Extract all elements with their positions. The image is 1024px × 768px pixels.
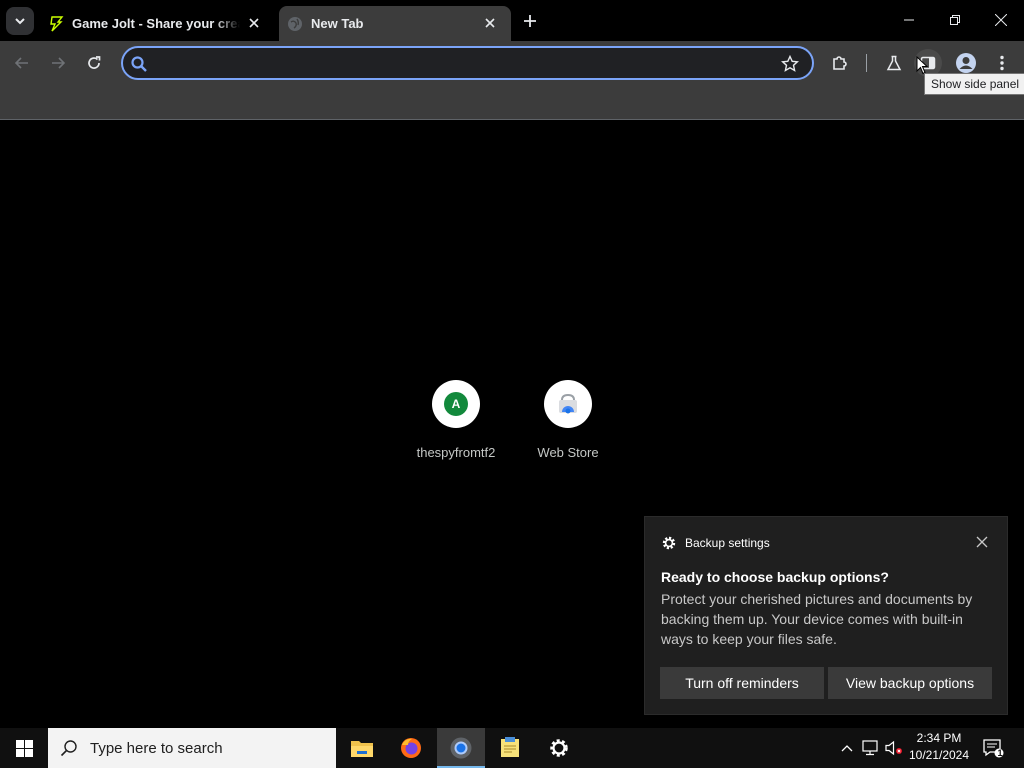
more-vert-icon bbox=[1000, 55, 1004, 71]
plus-icon bbox=[524, 15, 536, 27]
search-icon bbox=[60, 740, 77, 757]
notification-body: Protect your cherished pictures and docu… bbox=[661, 591, 973, 647]
game-jolt-icon bbox=[50, 15, 64, 31]
shortcut-tile[interactable]: A thespyfromtf2 bbox=[400, 380, 512, 460]
side-panel-tooltip: Show side panel bbox=[924, 73, 1024, 95]
notepad-icon bbox=[501, 737, 519, 757]
close-icon bbox=[995, 14, 1007, 26]
chevron-up-icon bbox=[841, 745, 853, 752]
minimize-icon bbox=[904, 19, 914, 21]
reload-button[interactable] bbox=[80, 49, 108, 77]
new-tab-button[interactable] bbox=[519, 10, 541, 32]
shortcut-label: Web Store bbox=[537, 445, 599, 460]
search-icon bbox=[131, 56, 147, 72]
taskbar: Type here to search 2:34 PM 10/21/2024 1 bbox=[0, 728, 1024, 768]
notification-title: Ready to choose backup options? bbox=[661, 569, 889, 585]
firefox-icon bbox=[401, 738, 421, 758]
close-icon bbox=[249, 18, 259, 28]
avatar-icon bbox=[956, 53, 976, 73]
globe-icon bbox=[288, 16, 302, 31]
chrome-icon bbox=[450, 737, 472, 759]
close-icon bbox=[485, 18, 495, 28]
shortcut-label: thespyfromtf2 bbox=[416, 445, 496, 460]
volume-muted-icon bbox=[885, 740, 902, 756]
turn-off-reminders-button[interactable]: Turn off reminders bbox=[660, 667, 824, 699]
shortcut-tile[interactable]: Web Store bbox=[512, 380, 624, 460]
restore-icon bbox=[950, 15, 960, 25]
gear-icon bbox=[662, 536, 676, 550]
notification-header: Backup settings bbox=[661, 535, 770, 551]
back-button[interactable] bbox=[8, 49, 36, 77]
clock-date: 10/21/2024 bbox=[908, 748, 970, 762]
notification-app-name: Backup settings bbox=[685, 536, 770, 550]
chevron-down-icon bbox=[15, 18, 25, 25]
network-button[interactable] bbox=[860, 728, 880, 768]
network-icon bbox=[862, 740, 878, 756]
clock-button[interactable]: 2:34 PM 10/21/2024 bbox=[904, 730, 974, 764]
folder-icon bbox=[351, 741, 373, 757]
tab-strip: Game Jolt - Share your creations New Tab bbox=[0, 0, 1024, 41]
shortcut-icon-circle bbox=[544, 380, 592, 428]
address-bar[interactable] bbox=[121, 46, 814, 80]
flask-icon bbox=[886, 55, 902, 71]
taskbar-search-box[interactable]: Type here to search bbox=[48, 728, 336, 768]
volume-button[interactable] bbox=[884, 728, 904, 768]
bookmarks-bar bbox=[0, 85, 1024, 120]
backup-notification: Backup settings Ready to choose backup o… bbox=[644, 516, 1008, 715]
star-icon[interactable] bbox=[781, 55, 799, 73]
action-center-button[interactable]: 1 bbox=[980, 728, 1006, 768]
web-store-icon bbox=[559, 393, 577, 414]
back-arrow-icon bbox=[14, 57, 28, 69]
chrome-button[interactable] bbox=[437, 728, 485, 768]
tab-title: New Tab bbox=[311, 16, 364, 31]
gear-icon bbox=[550, 739, 568, 757]
reload-icon bbox=[88, 56, 101, 69]
firefox-button[interactable] bbox=[387, 728, 435, 768]
labs-button[interactable] bbox=[880, 49, 908, 77]
minimize-button[interactable] bbox=[886, 0, 932, 40]
sticky-notes-button[interactable] bbox=[486, 728, 534, 768]
close-tab-button[interactable] bbox=[481, 14, 499, 32]
close-tab-button[interactable] bbox=[245, 14, 263, 32]
tab-new-tab[interactable]: New Tab bbox=[279, 6, 511, 41]
avatar: A bbox=[444, 392, 468, 416]
view-backup-options-button[interactable]: View backup options bbox=[828, 667, 992, 699]
forward-arrow-icon bbox=[52, 57, 66, 69]
notification-badge: 1 bbox=[997, 748, 1003, 758]
tab-game-jolt[interactable]: Game Jolt - Share your creations bbox=[40, 6, 275, 41]
extensions-button[interactable] bbox=[826, 49, 854, 77]
toolbar-divider bbox=[866, 54, 867, 72]
show-hidden-icons-button[interactable] bbox=[838, 728, 856, 768]
tab-search-button[interactable] bbox=[6, 7, 34, 35]
puzzle-icon bbox=[833, 56, 847, 70]
browser-toolbar bbox=[0, 41, 1024, 85]
clock-time: 2:34 PM bbox=[916, 731, 962, 745]
new-tab-page: A thespyfromtf2 Web Store Backup setting… bbox=[0, 121, 1024, 728]
address-input[interactable] bbox=[157, 54, 777, 74]
windows-logo-icon bbox=[15, 739, 33, 757]
start-button[interactable] bbox=[0, 728, 48, 768]
file-explorer-button[interactable] bbox=[338, 728, 386, 768]
tab-title: Game Jolt - Share your creations bbox=[72, 16, 240, 31]
settings-button[interactable] bbox=[535, 728, 583, 768]
shortcut-icon-circle: A bbox=[432, 380, 480, 428]
close-window-button[interactable] bbox=[978, 0, 1024, 40]
close-icon[interactable] bbox=[975, 535, 989, 549]
restore-button[interactable] bbox=[932, 0, 978, 40]
search-placeholder: Type here to search bbox=[90, 739, 223, 757]
forward-button[interactable] bbox=[44, 49, 72, 77]
